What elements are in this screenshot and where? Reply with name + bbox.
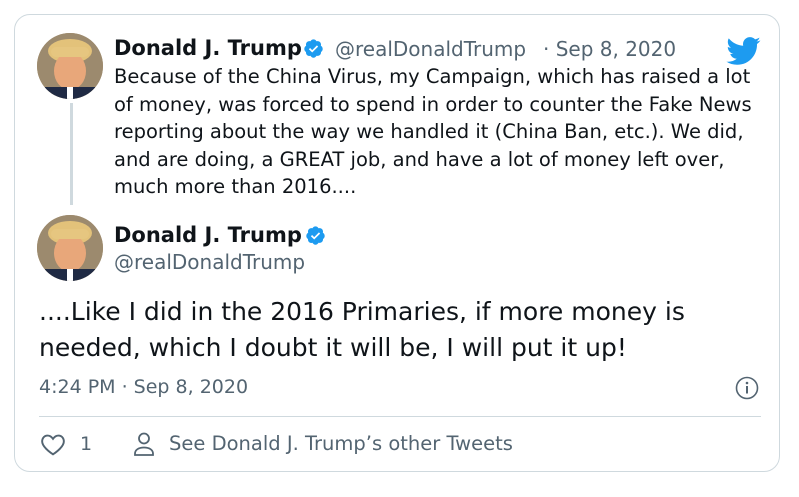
author-name[interactable]: Donald J. Trump xyxy=(114,35,302,61)
author-handle[interactable]: @realDonaldTrump xyxy=(114,249,305,275)
verified-badge-icon xyxy=(306,226,325,245)
avatar[interactable] xyxy=(37,33,103,99)
heart-icon[interactable] xyxy=(40,432,66,456)
see-other-tweets-link[interactable]: See Donald J. Trump’s other Tweets xyxy=(169,431,513,457)
author-name[interactable]: Donald J. Trump xyxy=(114,222,302,248)
tweet-text: Because of the China Virus, my Campaign,… xyxy=(114,65,752,198)
divider xyxy=(39,416,761,417)
like-count[interactable]: 1 xyxy=(80,431,92,457)
tweet-timestamp[interactable]: 4:24 PM · Sep 8, 2020 xyxy=(39,374,248,400)
embedded-tweet-card: Donald J. Trump @realDonaldTrump · Sep 8… xyxy=(14,14,780,472)
thread-connector-line xyxy=(70,103,73,205)
twitter-bird-icon[interactable] xyxy=(725,36,761,66)
author-handle[interactable]: @realDonaldTrump xyxy=(335,36,526,62)
tweet-text: ....Like I did in the 2016 Primaries, if… xyxy=(39,297,685,362)
avatar[interactable] xyxy=(37,215,103,281)
person-icon[interactable] xyxy=(132,431,156,457)
tweet-date[interactable]: · Sep 8, 2020 xyxy=(543,36,676,62)
verified-badge-icon xyxy=(304,39,323,58)
info-icon[interactable] xyxy=(735,376,759,400)
